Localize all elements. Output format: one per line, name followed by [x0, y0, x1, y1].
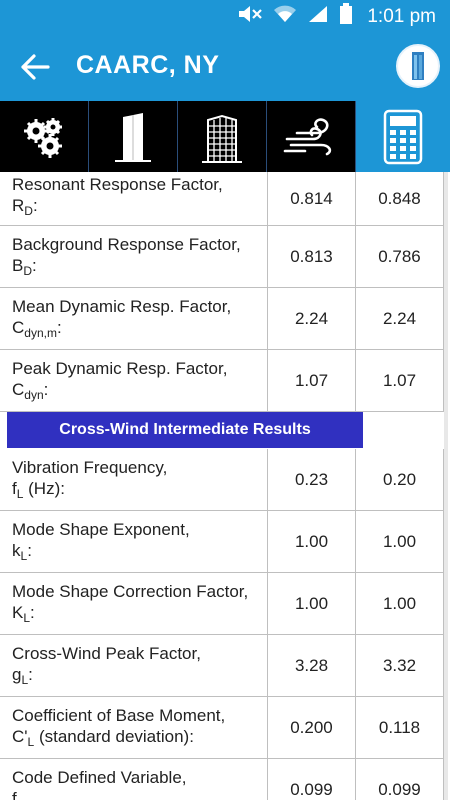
row-value-1: 0.813 [268, 226, 356, 287]
row-value-2: 0.20 [356, 449, 444, 510]
table-row: Vibration Frequency, fL (Hz): 0.23 0.20 [0, 449, 444, 511]
skyscraper-icon [202, 114, 242, 163]
app-logo-icon[interactable] [396, 44, 440, 88]
row-value-2: 0.118 [356, 697, 444, 758]
table-row: Background Response Factor, BD: 0.813 0.… [0, 226, 444, 288]
row-symbol-sub: D [23, 264, 33, 278]
table-row: Cross-Wind Peak Factor, gL: 3.28 3.32 [0, 635, 444, 697]
row-label: Coefficient of Base Moment, C'L (standar… [0, 697, 268, 758]
row-label-text: Mode Shape Correction Factor, [12, 582, 249, 601]
wifi-icon [273, 4, 297, 29]
page-title: CAARC, NY [76, 51, 220, 79]
tab-building[interactable] [89, 101, 178, 172]
row-value-1: 1.07 [268, 350, 356, 411]
row-label: Mode Shape Exponent, kL: [0, 511, 268, 572]
row-label: Vibration Frequency, fL (Hz): [0, 449, 268, 510]
row-label-text: Mean Dynamic Resp. Factor, [12, 297, 232, 316]
row-value-1: 0.23 [268, 449, 356, 510]
row-value-2: 0.786 [356, 226, 444, 287]
row-label: Resonant Response Factor, RD: [0, 172, 268, 225]
row-suffix: (Hz): [23, 479, 65, 498]
results-table: Resonant Response Factor, RD: 0.814 0.84… [0, 172, 444, 800]
calculator-icon [383, 109, 423, 164]
row-value-2: 0.848 [356, 172, 444, 225]
row-value-1: 0.814 [268, 172, 356, 225]
results-content[interactable]: Resonant Response Factor, RD: 0.814 0.84… [0, 172, 450, 800]
row-value-1: 3.28 [268, 635, 356, 696]
table-row: Mode Shape Correction Factor, KL: 1.00 1… [0, 573, 444, 635]
mute-icon [237, 4, 263, 29]
row-value-2: 0.099 [356, 759, 444, 800]
building-icon [115, 112, 151, 162]
row-symbol: R [12, 196, 25, 215]
status-bar: 1:01 pm [0, 0, 450, 33]
row-value-1: 0.099 [268, 759, 356, 800]
row-suffix: : [56, 318, 62, 337]
table-row: Resonant Response Factor, RD: 0.814 0.84… [0, 172, 444, 226]
row-suffix: : [30, 603, 35, 622]
row-label-text: Cross-Wind Peak Factor, [12, 644, 201, 663]
row-label: Code Defined Variable, f... [0, 759, 268, 800]
tab-bar [0, 101, 450, 172]
table-row: Mode Shape Exponent, kL: 1.00 1.00 [0, 511, 444, 573]
row-symbol-sub: dyn,m [24, 326, 57, 340]
row-value-1: 2.24 [268, 288, 356, 349]
row-value-1: 0.200 [268, 697, 356, 758]
tab-settings[interactable] [0, 101, 89, 172]
status-icons: 1:01 pm [237, 0, 436, 33]
row-suffix: : [32, 256, 37, 275]
row-symbol: B [12, 256, 24, 275]
table-row: Code Defined Variable, f... 0.099 0.099 [0, 759, 444, 800]
row-suffix: : [43, 380, 49, 399]
row-symbol-sub: D [24, 204, 33, 218]
gears-icon [24, 117, 62, 158]
row-symbol: C' [12, 727, 28, 746]
row-label-text: Background Response Factor, [12, 235, 241, 254]
row-label-text: Peak Dynamic Resp. Factor, [12, 359, 228, 378]
row-symbol-sub: dyn [24, 388, 44, 402]
row-label: Peak Dynamic Resp. Factor, Cdyn: [0, 350, 268, 411]
table-row: Coefficient of Base Moment, C'L (standar… [0, 697, 444, 759]
signal-icon [307, 4, 329, 29]
row-symbol: K [12, 603, 24, 622]
app-bar: CAARC, NY [0, 33, 450, 101]
row-label-text: Code Defined Variable, [12, 768, 187, 787]
row-suffix: : [32, 196, 38, 215]
wind-icon [283, 117, 332, 155]
row-value-2: 3.32 [356, 635, 444, 696]
row-symbol: k [12, 541, 21, 560]
row-label: Mode Shape Correction Factor, KL: [0, 573, 268, 634]
status-time: 1:01 pm [367, 5, 436, 27]
row-label-text: Resonant Response Factor, [12, 175, 223, 194]
row-suffix: (standard deviation): [34, 727, 194, 746]
table-row: Peak Dynamic Resp. Factor, Cdyn: 1.07 1.… [0, 350, 444, 412]
row-value-2: 2.24 [356, 288, 444, 349]
row-label-text: Coefficient of Base Moment, [12, 706, 226, 725]
row-value-1: 1.00 [268, 511, 356, 572]
battery-icon [339, 3, 353, 30]
row-label: Mean Dynamic Resp. Factor, Cdyn,m: [0, 288, 268, 349]
row-value-2: 1.00 [356, 511, 444, 572]
tab-calculator[interactable] [356, 101, 450, 172]
back-arrow-icon[interactable] [20, 53, 50, 81]
row-suffix: : [27, 541, 32, 560]
row-label: Cross-Wind Peak Factor, gL: [0, 635, 268, 696]
row-suffix: : [28, 665, 33, 684]
row-value-2: 1.07 [356, 350, 444, 411]
row-label-text: Mode Shape Exponent, [12, 520, 190, 539]
row-value-2: 1.00 [356, 573, 444, 634]
section-header: Cross-Wind Intermediate Results [7, 412, 363, 449]
row-symbol: C [12, 318, 25, 337]
row-value-1: 1.00 [268, 573, 356, 634]
row-label: Background Response Factor, BD: [0, 226, 268, 287]
tab-wind[interactable] [267, 101, 356, 172]
scrollbar[interactable] [444, 172, 448, 800]
row-symbol: C [12, 380, 25, 399]
row-label-text: Vibration Frequency, [12, 458, 168, 477]
tab-building-detail[interactable] [178, 101, 267, 172]
table-row: Mean Dynamic Resp. Factor, Cdyn,m: 2.24 … [0, 288, 444, 350]
